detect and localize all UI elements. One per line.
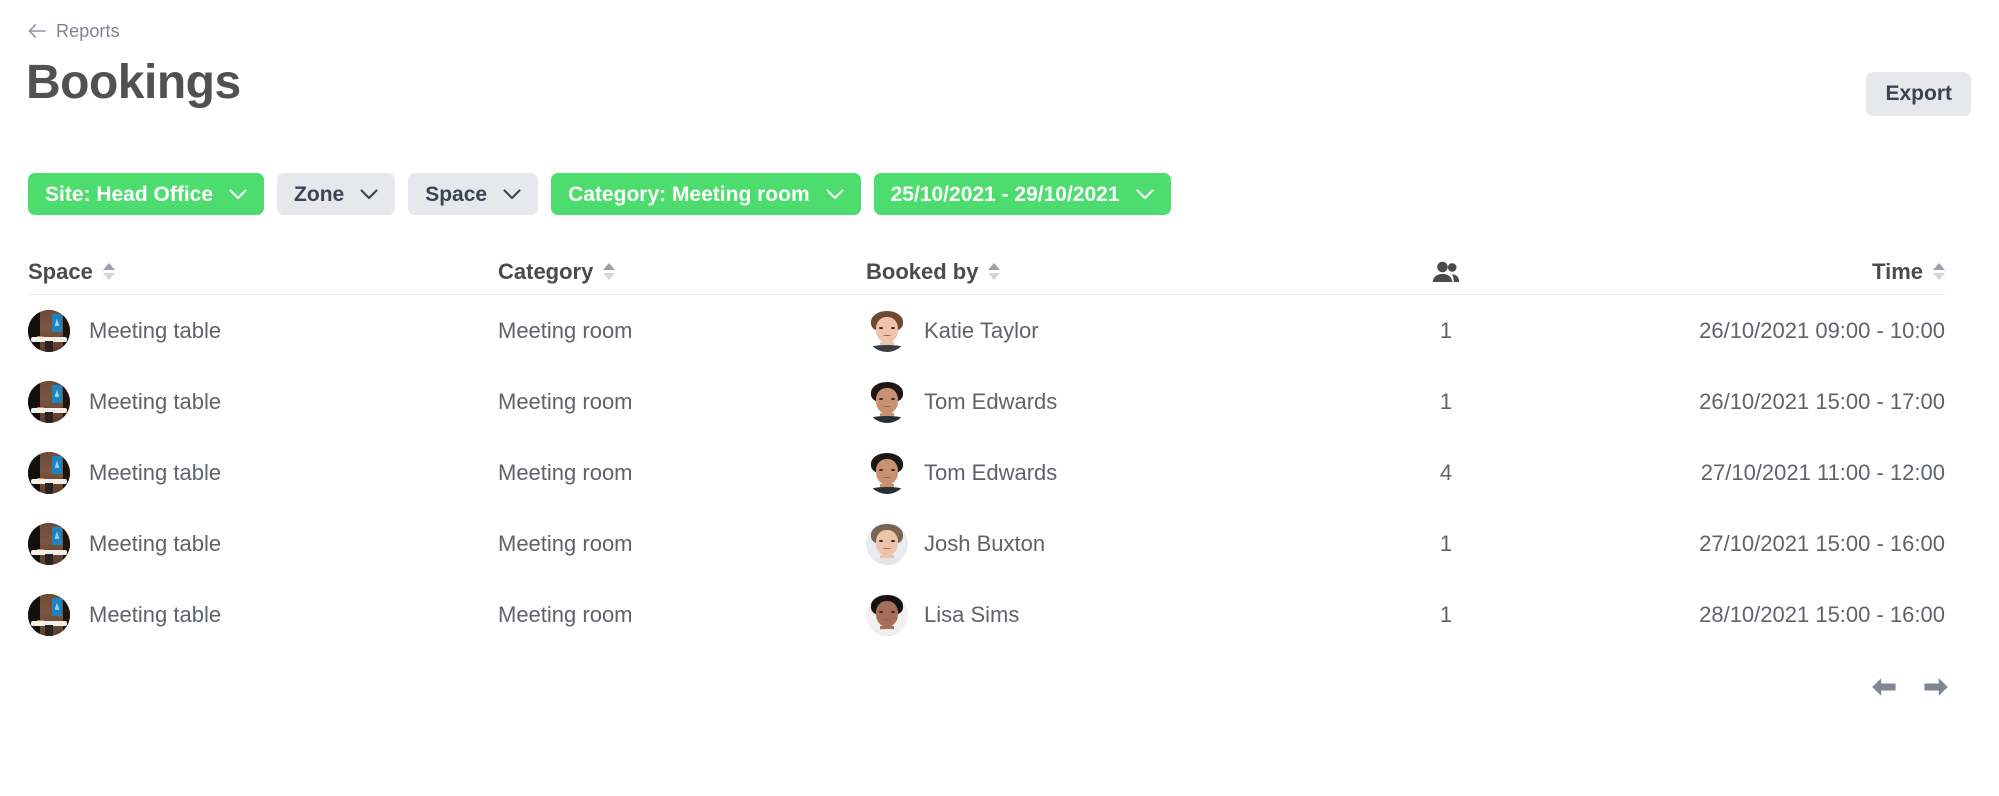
cell-time: 26/10/2021 09:00 - 10:00 — [1699, 317, 1945, 343]
cell-category: Meeting room — [498, 459, 633, 485]
avatar — [866, 522, 908, 565]
export-button[interactable]: Export — [1866, 72, 1971, 116]
chevron-down-icon — [826, 188, 844, 200]
chevron-down-icon — [1135, 188, 1154, 200]
filter-pill-space[interactable]: Space — [408, 173, 539, 215]
column-header-space[interactable]: Space — [28, 259, 498, 285]
cell-people-count: 4 — [1439, 459, 1453, 485]
cell-space: Meeting table — [28, 309, 498, 352]
table-row[interactable]: Meeting table Meeting room Tom Edwards 1… — [28, 366, 1945, 437]
cell-category: Meeting room — [498, 601, 633, 627]
pagination-prev-button[interactable] — [1871, 674, 1897, 700]
arrow-right-icon — [1923, 677, 1949, 697]
cell-booked-by-label: Katie Taylor — [924, 317, 1039, 343]
space-thumbnail-icon — [28, 451, 70, 494]
cell-category: Meeting room — [498, 317, 633, 343]
column-header-category[interactable]: Category — [498, 259, 866, 285]
space-thumbnail-icon — [28, 522, 70, 565]
cell-booked-by: Josh Buxton — [866, 522, 1296, 565]
column-header-booked-by-label: Booked by — [866, 258, 979, 284]
cell-space: Meeting table — [28, 451, 498, 494]
space-thumbnail-icon — [28, 309, 70, 352]
cell-booked-by: Katie Taylor — [866, 309, 1296, 352]
column-header-time-label: Time — [1872, 258, 1923, 284]
cell-booked-by-label: Josh Buxton — [924, 530, 1046, 556]
pagination — [28, 674, 1971, 700]
arrow-left-icon — [28, 22, 46, 40]
filter-pill-date-range-label: 25/10/2021 - 29/10/2021 — [890, 182, 1120, 206]
filter-pill-zone[interactable]: Zone — [277, 173, 396, 215]
table-header-row: Space Category Booked by Time — [28, 254, 1945, 295]
filter-pill-category[interactable]: Category: Meeting room — [551, 173, 861, 215]
avatar — [866, 451, 908, 494]
cell-people-count: 1 — [1439, 530, 1453, 556]
filter-bar: Site: Head Office Zone Space Category: M… — [28, 173, 1971, 215]
cell-booked-by: Tom Edwards — [866, 451, 1296, 494]
cell-space-label: Meeting table — [89, 459, 222, 485]
arrow-left-icon — [1871, 677, 1897, 697]
cell-time: 26/10/2021 15:00 - 17:00 — [1699, 388, 1945, 414]
bookings-page: Reports Bookings Export Site: Head Offic… — [0, 20, 1999, 796]
cell-space: Meeting table — [28, 522, 498, 565]
cell-space: Meeting table — [28, 593, 498, 636]
cell-time: 27/10/2021 15:00 - 16:00 — [1699, 530, 1945, 556]
people-icon — [1432, 261, 1460, 283]
chevron-down-icon — [503, 188, 521, 200]
table-row[interactable]: Meeting table Meeting room Katie Taylor … — [28, 295, 1945, 366]
column-header-time[interactable]: Time — [1596, 259, 1945, 285]
cell-space-label: Meeting table — [89, 317, 222, 343]
sort-icon[interactable] — [102, 263, 115, 280]
cell-space: Meeting table — [28, 380, 498, 423]
cell-booked-by-label: Tom Edwards — [924, 388, 1058, 414]
table-row[interactable]: Meeting table Meeting room Josh Buxton 1… — [28, 508, 1945, 579]
cell-category: Meeting room — [498, 530, 633, 556]
cell-category: Meeting room — [498, 388, 633, 414]
avatar — [866, 380, 908, 423]
cell-space-label: Meeting table — [89, 530, 222, 556]
cell-booked-by-label: Lisa Sims — [924, 601, 1020, 627]
table-row[interactable]: Meeting table Meeting room Lisa Sims 1 2… — [28, 579, 1945, 650]
filter-pill-category-label: Category: Meeting room — [568, 182, 810, 206]
column-header-people — [1296, 261, 1596, 283]
table-row[interactable]: Meeting table Meeting room Tom Edwards 4… — [28, 437, 1945, 508]
sort-icon[interactable] — [988, 263, 1001, 280]
page-title: Bookings — [26, 56, 241, 109]
cell-booked-by: Lisa Sims — [866, 593, 1296, 636]
pagination-next-button[interactable] — [1923, 674, 1949, 700]
cell-time: 28/10/2021 15:00 - 16:00 — [1699, 601, 1945, 627]
cell-people-count: 1 — [1439, 601, 1453, 627]
avatar — [866, 309, 908, 352]
column-header-space-label: Space — [28, 258, 93, 284]
title-row: Bookings Export — [26, 56, 1971, 116]
cell-space-label: Meeting table — [89, 388, 222, 414]
column-header-category-label: Category — [498, 258, 594, 284]
cell-people-count: 1 — [1439, 317, 1453, 343]
cell-booked-by-label: Tom Edwards — [924, 459, 1058, 485]
filter-pill-site-label: Site: Head Office — [45, 182, 214, 206]
bookings-table: Space Category Booked by Time Meeting ta… — [28, 254, 1945, 650]
table-body: Meeting table Meeting room Katie Taylor … — [28, 295, 1945, 650]
filter-pill-site[interactable]: Site: Head Office — [28, 173, 265, 215]
breadcrumb[interactable]: Reports — [28, 20, 120, 42]
sort-icon[interactable] — [603, 263, 616, 280]
space-thumbnail-icon — [28, 380, 70, 423]
cell-people-count: 1 — [1439, 388, 1453, 414]
space-thumbnail-icon — [28, 593, 70, 636]
cell-space-label: Meeting table — [89, 601, 222, 627]
cell-time: 27/10/2021 11:00 - 12:00 — [1700, 459, 1945, 485]
filter-pill-date-range[interactable]: 25/10/2021 - 29/10/2021 — [873, 173, 1171, 215]
filter-pill-zone-label: Zone — [294, 182, 345, 206]
column-header-booked-by[interactable]: Booked by — [866, 259, 1296, 285]
cell-booked-by: Tom Edwards — [866, 380, 1296, 423]
chevron-down-icon — [360, 188, 378, 200]
breadcrumb-label: Reports — [56, 21, 120, 41]
chevron-down-icon — [229, 188, 247, 200]
avatar — [866, 593, 908, 636]
sort-icon[interactable] — [1933, 263, 1945, 280]
filter-pill-space-label: Space — [425, 182, 488, 206]
